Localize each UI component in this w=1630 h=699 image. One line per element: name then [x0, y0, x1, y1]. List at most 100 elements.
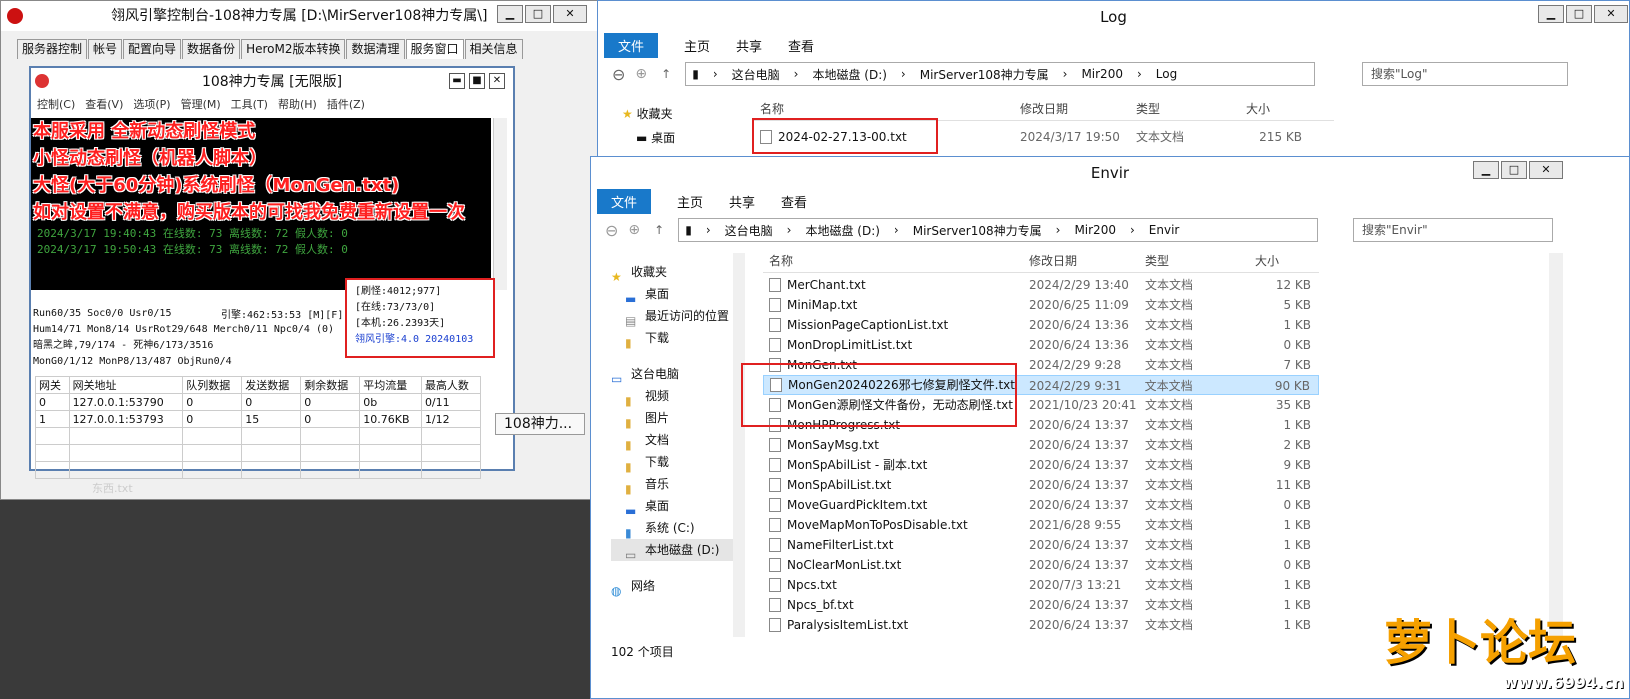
nav-item[interactable]: ▬ 桌面 [611, 495, 741, 518]
file-row[interactable]: MonSayMsg.txt 2020/6/24 13:37 文本文档 2 KB [763, 435, 1319, 455]
menu-item[interactable]: 管理(M) [181, 96, 221, 114]
nav-item[interactable]: ▬ 桌面 [611, 283, 741, 306]
file-row[interactable]: MissionPageCaptionList.txt 2020/6/24 13:3… [763, 315, 1319, 335]
menu-item[interactable]: 控制(C) [37, 96, 75, 114]
file-row[interactable]: ParalysisItemList.txt 2020/6/24 13:37 文本文档… [763, 615, 1319, 635]
nav-item[interactable]: ▮ 视频 [611, 385, 741, 408]
menu-item[interactable]: 选项(P) [133, 96, 170, 114]
table-row[interactable]: 0 127.0.0.1:53790 0 0 0 0b 0/11 [35, 393, 482, 411]
file-row[interactable]: Npcs_bf.txt 2020/6/24 13:37 文本文档 1 KB [763, 595, 1319, 615]
nav-item[interactable]: ▮ 音乐 [611, 473, 741, 496]
minimize-button[interactable]: ▁ [497, 5, 523, 23]
file-row[interactable]: MoveGuardPickItem.txt 2020/6/24 13:37 文本文档… [763, 495, 1319, 515]
nav-item[interactable]: ◍ 网络 [611, 575, 741, 598]
search-input[interactable]: 搜索"Envir" [1353, 218, 1553, 242]
menu-item[interactable]: 工具(T) [231, 96, 268, 114]
forward-arrow-icon[interactable]: ⊕ [635, 66, 647, 82]
column-header[interactable]: 名称 [763, 249, 1023, 272]
tab-6[interactable]: 服务窗口 [405, 39, 464, 59]
ribbon-tab-1[interactable]: 主页 [677, 192, 703, 211]
file-row[interactable]: MonDropLimitList.txt 2020/6/24 13:36 文本文档 0… [763, 335, 1319, 355]
close-button[interactable]: ✕ [1529, 161, 1563, 179]
table-row[interactable]: 1 127.0.0.1:53793 0 15 0 10.76KB 1/12 [35, 410, 482, 428]
up-arrow-icon[interactable]: ↑ [661, 67, 671, 81]
path-segment[interactable]: Mir200 [1074, 223, 1116, 237]
file-row[interactable]: MoveMapMonToPosDisable.txt 2021/6/28 9:55… [763, 515, 1319, 535]
path-segment[interactable]: 这台电脑 [732, 66, 780, 83]
nav-favorites[interactable]: ★ 收藏夹 [622, 105, 673, 122]
path-segment[interactable]: 这台电脑 [725, 222, 773, 239]
file-row[interactable]: NoClearMonList.txt 2020/6/24 13:37 文本文档 0 K… [763, 555, 1319, 575]
nav-item[interactable]: ▮ 文档 [611, 429, 741, 452]
nav-item[interactable]: ▭ 这台电脑 [611, 363, 741, 386]
ribbon-tab-1[interactable]: 主页 [684, 36, 710, 55]
minimize-button[interactable]: ▁ [1473, 161, 1499, 179]
ribbon-tab-0[interactable]: 文件 [597, 188, 652, 214]
ribbon-tab-2[interactable]: 共享 [736, 36, 762, 55]
file-row[interactable]: MiniMap.txt 2020/6/25 11:09 文本文档 5 KB [763, 295, 1319, 315]
file-row[interactable]: MerChant.txt 2024/2/29 13:40 文本文档 12 KB [763, 275, 1319, 295]
column-header[interactable]: 修改日期 [1023, 249, 1139, 272]
menu-item[interactable]: 查看(V) [85, 96, 123, 114]
nav-item[interactable]: ▤ 最近访问的位置 [611, 305, 741, 328]
maximize-button[interactable]: ■ [469, 73, 485, 89]
file-row[interactable]: MonSpAbilList - 副本.txt 2020/6/24 13:37 文本文… [763, 455, 1319, 475]
close-button[interactable]: ✕ [553, 5, 587, 23]
path-segment[interactable]: Envir [1149, 223, 1180, 237]
ribbon-tab-0[interactable]: 文件 [604, 32, 659, 58]
forward-arrow-icon[interactable]: ⊕ [628, 222, 640, 238]
search-input[interactable]: 搜索"Log" [1362, 62, 1568, 86]
column-header[interactable]: 大小 [1240, 97, 1310, 120]
column-header[interactable]: 类型 [1139, 249, 1249, 272]
path-segment[interactable]: Mir200 [1081, 67, 1123, 81]
nav-item[interactable]: ▮ 图片 [611, 407, 741, 430]
log-path[interactable]: ▮ › 这台电脑 › 本地磁盘 (D:) › MirServer108神力专属 › Mir200… [685, 62, 1316, 86]
tab-2[interactable]: 配置向导 [123, 39, 182, 59]
taskbar-item[interactable]: 108神力... [495, 413, 585, 435]
column-header[interactable]: 类型 [1130, 97, 1240, 120]
file-row[interactable]: NameFilterList.txt 2020/6/24 13:37 文本文档 1 K… [763, 535, 1319, 555]
minimize-button[interactable]: ▁ [1538, 5, 1564, 23]
envir-path[interactable]: ▮ › 这台电脑 › 本地磁盘 (D:) › MirServer108神力专属 › Mir200… [678, 218, 1319, 242]
close-button[interactable]: ✕ [489, 73, 505, 89]
nav-desktop[interactable]: ▬ 桌面 [636, 129, 675, 146]
menu-item[interactable]: 帮助(H) [278, 96, 317, 114]
desktop-file-label[interactable]: 东西.txt [92, 480, 133, 496]
nav-item[interactable]: ★ 收藏夹 [611, 261, 741, 284]
file-row[interactable]: Npcs.txt 2020/7/3 13:21 文本文档 1 KB [763, 575, 1319, 595]
maximize-button[interactable]: □ [525, 5, 551, 23]
path-segment[interactable]: 本地磁盘 (D:) [805, 222, 879, 239]
tab-3[interactable]: 数据备份 [182, 39, 241, 59]
ribbon-tab-2[interactable]: 共享 [729, 192, 755, 211]
column-header[interactable]: 修改日期 [1014, 97, 1130, 120]
file-row[interactable]: MonSpAbilList.txt 2020/6/24 13:37 文本文档 11 K… [763, 475, 1319, 495]
path-segment[interactable]: MirServer108神力专属 [913, 222, 1042, 239]
nav-item[interactable]: ▮ 系统 (C:) [611, 517, 741, 540]
menu-item[interactable]: 插件(Z) [327, 96, 365, 114]
ribbon-tab-3[interactable]: 查看 [788, 36, 814, 55]
path-segment[interactable]: Log [1156, 67, 1177, 81]
minimize-button[interactable]: ▬ [449, 73, 465, 89]
nav-item[interactable]: ▭ 本地磁盘 (D:) [611, 539, 741, 562]
maximize-button[interactable]: □ [1501, 161, 1527, 179]
log-scrollbar[interactable] [493, 118, 507, 290]
up-arrow-icon[interactable]: ↑ [654, 223, 664, 237]
path-segment[interactable]: 本地磁盘 (D:) [812, 66, 886, 83]
tab-5[interactable]: 数据清理 [346, 39, 405, 59]
close-button[interactable]: ✕ [1594, 5, 1628, 23]
column-header[interactable]: 名称 [754, 97, 1014, 120]
tab-4[interactable]: HeroM2版本转换 [241, 39, 346, 59]
back-arrow-icon[interactable]: ⊖ [605, 221, 618, 240]
column-header[interactable]: 大小 [1249, 249, 1319, 272]
nav-scrollbar[interactable] [733, 253, 745, 637]
file-scrollbar[interactable] [1549, 253, 1563, 637]
ribbon-tab-3[interactable]: 查看 [781, 192, 807, 211]
tab-1[interactable]: 帐号 [88, 39, 123, 59]
tab-0[interactable]: 服务器控制 [17, 39, 88, 59]
maximize-button[interactable]: □ [1566, 5, 1592, 23]
path-segment[interactable]: MirServer108神力专属 [920, 66, 1049, 83]
tab-7[interactable]: 相关信息 [464, 39, 523, 59]
back-arrow-icon[interactable]: ⊖ [612, 65, 625, 84]
nav-item[interactable]: ▮ 下载 [611, 451, 741, 474]
nav-item[interactable]: ▮ 下载 [611, 327, 741, 350]
